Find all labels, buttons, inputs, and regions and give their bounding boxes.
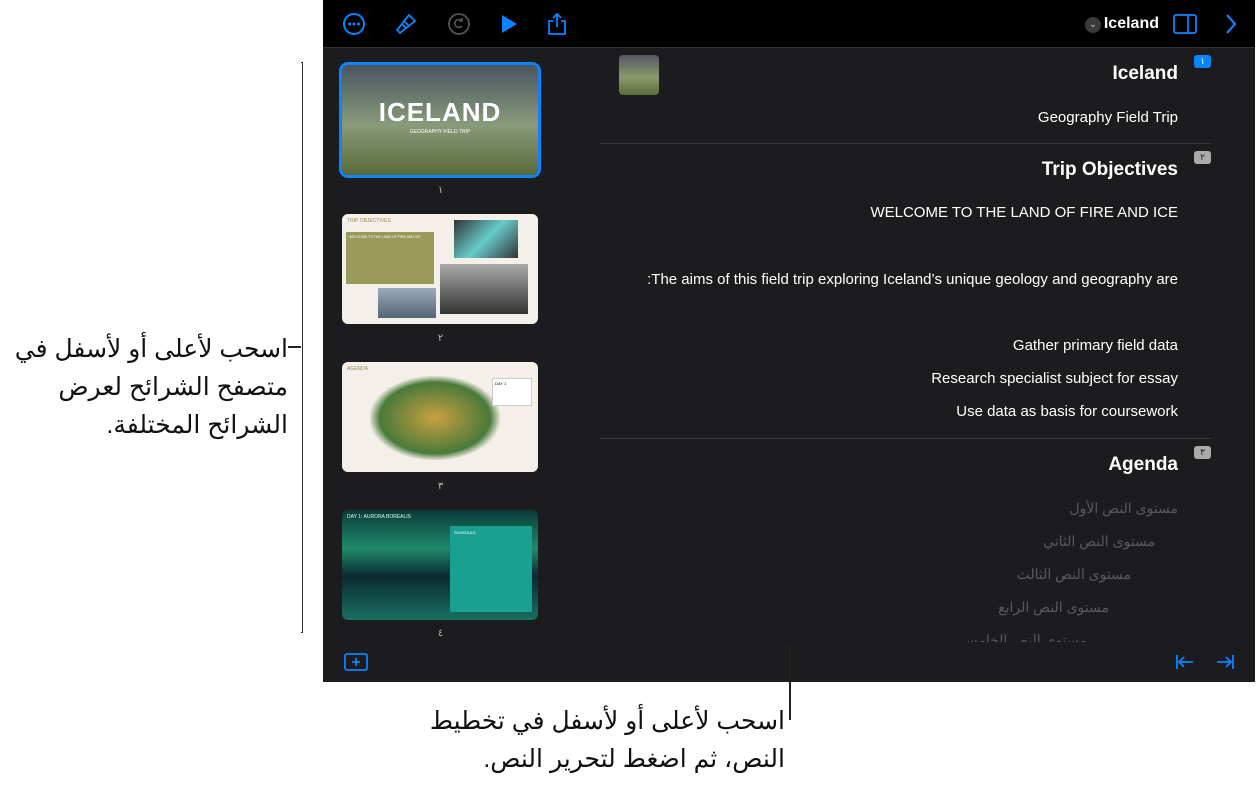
slide-badge[interactable]: ٣ xyxy=(1194,446,1211,459)
thumb-photo xyxy=(454,220,518,258)
more-icon[interactable] xyxy=(340,10,368,38)
slide-number: ٢ xyxy=(323,333,558,344)
divider xyxy=(600,438,1211,439)
slide-thumbnail-1[interactable]: ICELAND GEOGRAPHY FIELD TRIP xyxy=(342,65,538,175)
slide-badge[interactable]: ٢ xyxy=(1194,151,1211,164)
slide-image-thumbnail[interactable] xyxy=(619,55,659,95)
sidebar-toggle-icon[interactable] xyxy=(1171,10,1199,38)
thumb-photo xyxy=(378,288,436,318)
indent-icon[interactable] xyxy=(1215,654,1235,675)
outline-text[interactable]: Research specialist subject for essay xyxy=(931,370,1178,387)
thumb-title: ICELAND xyxy=(342,97,538,128)
share-icon[interactable] xyxy=(543,10,571,38)
document-title[interactable]: Iceland xyxy=(1104,15,1159,33)
text-outline[interactable]: ١ Iceland Geography Field Trip ٢ Trip Ob… xyxy=(600,49,1255,642)
thumb-title: TRIP OBJECTIVES xyxy=(347,218,391,224)
outline-text[interactable]: Use data as basis for coursework xyxy=(956,403,1178,420)
slide-thumbnail-4[interactable]: DAY 1: AURORA BOREALIS SCHEDULE xyxy=(342,510,538,620)
callout-outline: اسحب لأعلى أو لأسفل في تخطيط النص، ثم اض… xyxy=(380,702,785,778)
slide-number: ٣ xyxy=(323,481,558,492)
outline-text[interactable]: مستوى النص الأول xyxy=(1069,500,1178,517)
callout-line xyxy=(789,645,791,720)
thumb-label: DAY 1 xyxy=(492,378,532,406)
outline-text[interactable]: WELCOME TO THE LAND OF FIRE AND ICE xyxy=(870,204,1178,221)
callout-bracket xyxy=(301,62,303,633)
thumb-schedule: SCHEDULE xyxy=(450,526,532,612)
add-slide-icon[interactable] xyxy=(344,653,368,676)
thumb-title: AGENDA xyxy=(347,366,368,372)
thumb-subtitle: WELCOME TO THE LAND OF FIRE AND ICE xyxy=(346,232,434,284)
thumb-photo xyxy=(440,264,528,314)
outline-text[interactable]: مستوى النص الرابع xyxy=(998,599,1109,616)
redo-icon[interactable] xyxy=(445,10,473,38)
outline-title[interactable]: Iceland xyxy=(1113,63,1178,85)
chevron-right-icon[interactable] xyxy=(1217,10,1245,38)
paintbrush-icon[interactable] xyxy=(392,10,420,38)
slide-badge[interactable]: ١ xyxy=(1194,55,1211,68)
thumb-subtitle: GEOGRAPHY FIELD TRIP xyxy=(342,129,538,135)
outline-text[interactable]: Gather primary field data xyxy=(1013,337,1178,354)
slide-number: ٤ xyxy=(323,628,558,639)
callout-navigator: اسحب لأعلى أو لأسفل في متصفح الشرائح لعر… xyxy=(10,330,288,444)
play-icon[interactable] xyxy=(495,10,523,38)
callout-line xyxy=(288,346,301,348)
slide-navigator[interactable]: ICELAND GEOGRAPHY FIELD TRIP ١ TRIP OBJE… xyxy=(323,49,570,642)
outline-text[interactable]: :The aims of this field trip exploring I… xyxy=(647,271,1178,288)
outdent-icon[interactable] xyxy=(1175,654,1195,675)
chevron-down-icon[interactable]: ⌄ xyxy=(1085,17,1101,33)
thumb-title: DAY 1: AURORA BOREALIS xyxy=(347,514,411,520)
slide-number: ١ xyxy=(323,185,558,196)
divider xyxy=(600,143,1211,144)
toolbar: ⌄ Iceland xyxy=(323,0,1255,48)
slide-thumbnail-2[interactable]: TRIP OBJECTIVES WELCOME TO THE LAND OF F… xyxy=(342,214,538,324)
slide-thumbnail-3[interactable]: AGENDA DAY 1 xyxy=(342,362,538,472)
outline-text[interactable]: Geography Field Trip xyxy=(1038,109,1178,126)
outline-text[interactable]: مستوى النص الثالث xyxy=(1017,566,1131,583)
outline-title[interactable]: Trip Objectives xyxy=(1042,159,1178,181)
outline-text[interactable]: مستوى النص الثاني xyxy=(1043,533,1155,550)
keynote-app: ⌄ Iceland ICELAND GEOGRAPHY FIELD TRIP ١… xyxy=(323,0,1255,682)
outline-title[interactable]: Agenda xyxy=(1108,454,1178,476)
thumb-map xyxy=(370,376,500,460)
